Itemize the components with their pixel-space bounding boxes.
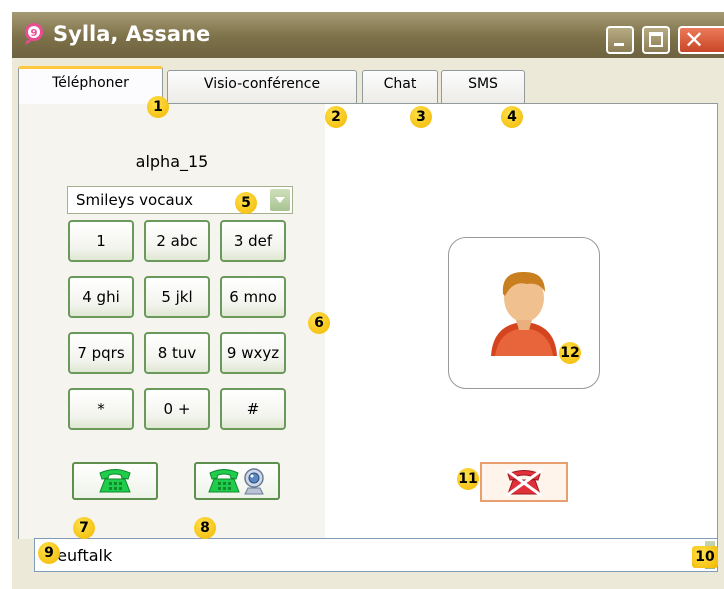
annotation-badge: 6 — [308, 312, 330, 334]
conversation-window: 9 Sylla, Assane ✕ Téléphoner Visio-confé… — [12, 12, 724, 589]
annotation-badge: 9 — [38, 542, 60, 564]
tab-chat[interactable]: Chat — [362, 70, 438, 104]
annotation-badge: 3 — [410, 106, 432, 128]
user-avatar-icon — [491, 271, 557, 356]
red-hangup-phone-icon — [505, 468, 543, 498]
title-bar[interactable]: 9 Sylla, Assane ✕ — [12, 12, 724, 58]
green-phone-icon — [99, 469, 131, 493]
neuftalk-logo-icon: 9 — [25, 23, 43, 45]
close-button[interactable]: ✕ — [678, 26, 724, 54]
hangup-button[interactable] — [480, 462, 568, 502]
keypad-key-1[interactable]: 1 — [68, 220, 134, 262]
call-button[interactable] — [72, 462, 158, 500]
contact-name: alpha_15 — [135, 152, 209, 171]
annotation-badge: 11 — [457, 468, 479, 490]
annotation-badge: 7 — [73, 517, 95, 539]
annotation-badge: 2 — [325, 106, 347, 128]
annotation-badge: 10 — [692, 546, 718, 568]
annotation-badge: 5 — [235, 192, 257, 214]
annotation-badge: 8 — [194, 517, 216, 539]
keypad-key-8[interactable]: 8 tuv — [144, 332, 210, 374]
tab-label: Chat — [383, 76, 417, 92]
annotation-badge: 4 — [501, 106, 523, 128]
keypad-key-5[interactable]: 5 jkl — [144, 276, 210, 318]
minimize-button[interactable] — [606, 26, 634, 54]
keypad-key-4[interactable]: 4 ghi — [68, 276, 134, 318]
phone-webcam-icon — [208, 468, 264, 495]
tab-strip: Téléphoner Visio-conférence Chat SMS — [12, 58, 724, 104]
status-bar: neuftalk — [34, 538, 718, 572]
annotation-badge: 12 — [559, 342, 581, 364]
tab-label: Visio-conférence — [203, 76, 321, 92]
keypad-key-6[interactable]: 6 mno — [220, 276, 286, 318]
keypad-key-0[interactable]: 0 + — [144, 388, 210, 430]
video-call-button[interactable] — [194, 462, 280, 500]
smileys-selected-value: Smileys vocaux — [76, 191, 194, 209]
keypad-key-2[interactable]: 2 abc — [144, 220, 210, 262]
smileys-vocaux-select[interactable]: Smileys vocaux — [67, 186, 293, 214]
keypad-key-hash[interactable]: # — [220, 388, 286, 430]
maximize-icon — [649, 32, 663, 47]
tab-visio-conference[interactable]: Visio-conférence — [167, 70, 357, 104]
close-icon: ✕ — [684, 26, 705, 54]
maximize-button[interactable] — [642, 26, 670, 54]
tab-label: SMS — [468, 76, 498, 92]
tab-label: Téléphoner — [52, 75, 129, 91]
minimize-icon — [614, 43, 624, 46]
keypad-key-7[interactable]: 7 pqrs — [68, 332, 134, 374]
tab-telephoner[interactable]: Téléphoner — [18, 66, 163, 104]
tab-sms[interactable]: SMS — [441, 70, 525, 104]
window-title: Sylla, Assane — [53, 22, 211, 46]
keypad-key-star[interactable]: * — [68, 388, 134, 430]
keypad-key-9[interactable]: 9 wxyz — [220, 332, 286, 374]
svg-text:9: 9 — [31, 28, 38, 39]
contact-avatar-frame — [448, 237, 600, 389]
keypad-key-3[interactable]: 3 def — [220, 220, 286, 262]
annotation-badge: 1 — [147, 96, 169, 118]
chevron-down-icon[interactable] — [270, 189, 290, 211]
